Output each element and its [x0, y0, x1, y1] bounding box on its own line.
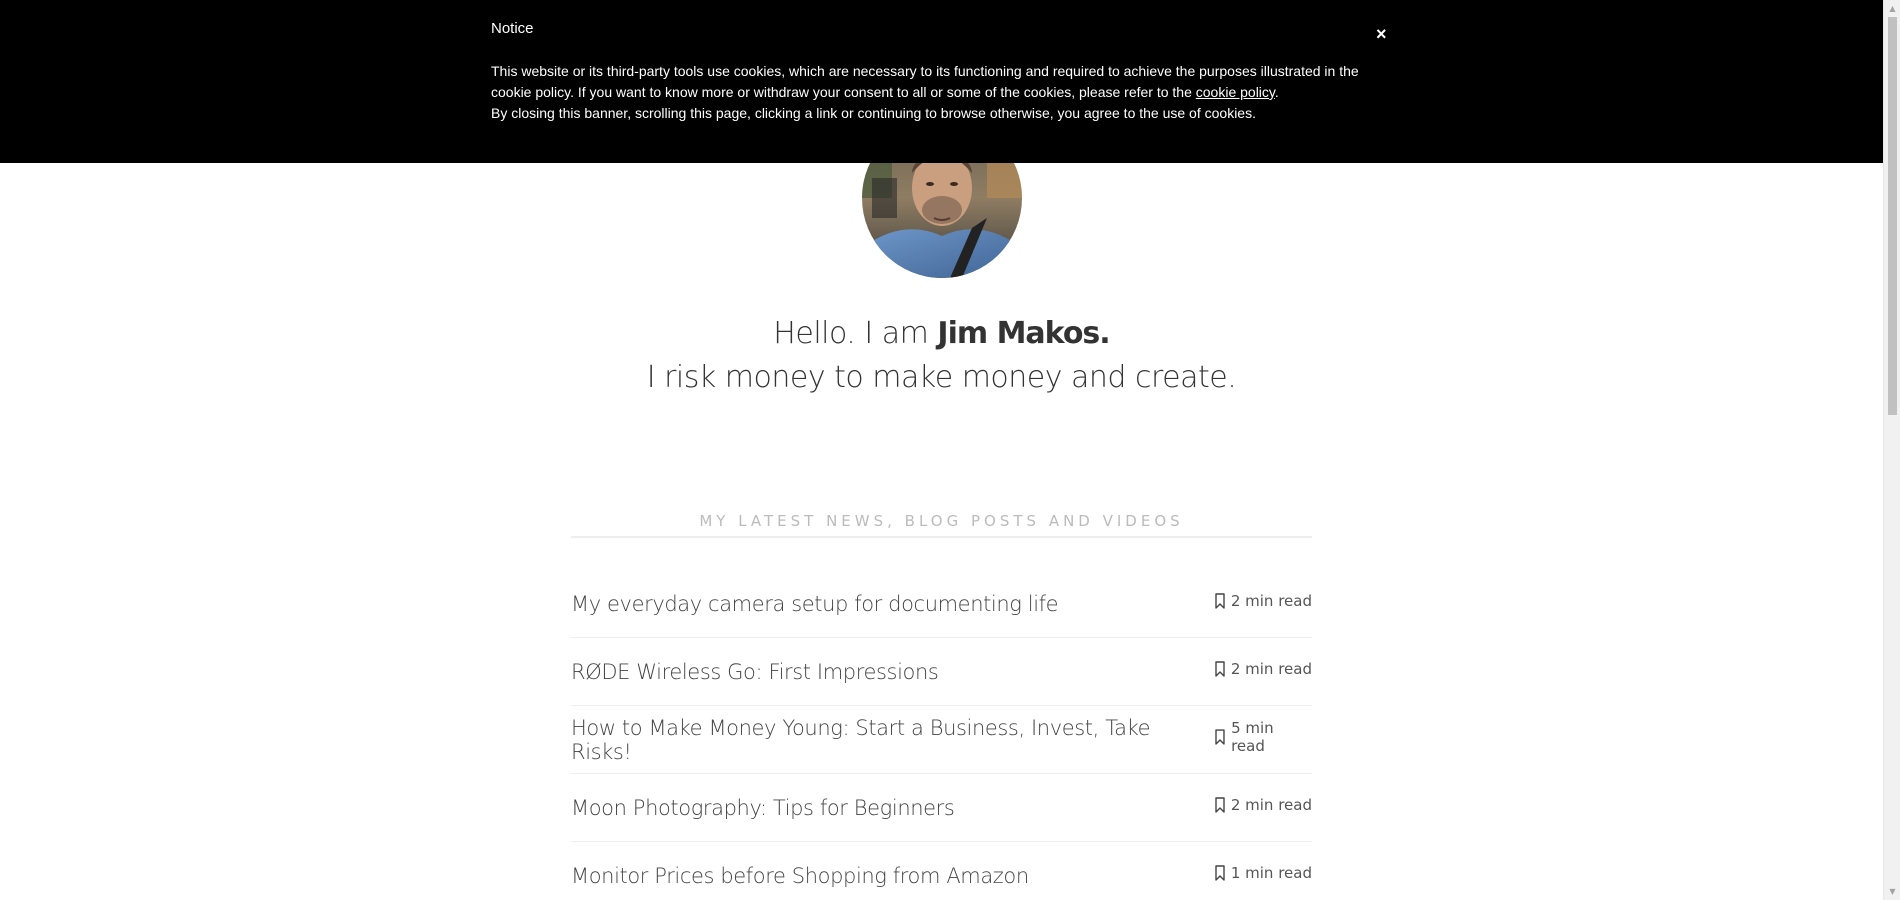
post-title-link[interactable]: RØDE Wireless Go: First Impressions — [571, 660, 939, 684]
post-title-link[interactable]: Monitor Prices before Shopping from Amaz… — [571, 864, 1029, 888]
bookmark-icon — [1215, 864, 1225, 881]
cookie-text-line2: By closing this banner, scrolling this p… — [491, 105, 1256, 121]
post-read-time: 1 min read — [1215, 864, 1312, 882]
cookie-banner-title: Notice — [491, 20, 534, 37]
list-item[interactable]: My everyday camera setup for documenting… — [571, 570, 1312, 638]
list-item[interactable]: RØDE Wireless Go: First Impressions 2 min… — [571, 638, 1312, 706]
list-item[interactable]: Monitor Prices before Shopping from Amaz… — [571, 842, 1312, 900]
post-title-link[interactable]: My everyday camera setup for documenting… — [571, 592, 1059, 616]
hero-greeting: Hello. I am — [773, 316, 938, 351]
cookie-banner: Notice This website or its third-party t… — [0, 0, 1883, 163]
bookmark-icon — [1215, 660, 1225, 677]
scrollbar-thumb[interactable] — [1888, 17, 1897, 415]
read-time-label: 2 min read — [1230, 659, 1312, 678]
scroll-down-icon[interactable]: ▼ — [1884, 883, 1900, 900]
post-read-time: 5 min read — [1215, 719, 1312, 755]
cookie-banner-text: This website or its third-party tools us… — [491, 61, 1391, 124]
read-time-label: 2 min read — [1230, 795, 1312, 814]
list-item[interactable]: Moon Photography: Tips for Beginners 2 mi… — [571, 774, 1312, 842]
hero-greeting-line: Hello. I am Jim Makos. — [0, 312, 1883, 356]
scrollbar[interactable]: ▲ ▼ — [1883, 0, 1900, 900]
hero-name: Jim Makos. — [937, 316, 1110, 351]
post-read-time: 2 min read — [1215, 660, 1312, 678]
cookie-banner-content: Notice This website or its third-party t… — [491, 20, 1391, 124]
post-title-link[interactable]: Moon Photography: Tips for Beginners — [571, 796, 955, 820]
post-read-time: 2 min read — [1215, 592, 1312, 610]
hero-tagline: I risk money to make money and create. — [646, 360, 1237, 395]
bookmark-icon — [1215, 592, 1225, 609]
scroll-up-icon[interactable]: ▲ — [1884, 0, 1900, 17]
read-time-label: 2 min read — [1230, 591, 1312, 610]
read-time-label: 1 min read — [1230, 863, 1312, 882]
cookie-text-part2: . — [1274, 84, 1279, 100]
post-title-link[interactable]: How to Make Money Young: Start a Busines… — [571, 716, 1215, 764]
latest-posts-section: MY LATEST NEWS, BLOG POSTS AND VIDEOS My… — [571, 512, 1312, 900]
bookmark-icon — [1215, 796, 1225, 813]
list-item[interactable]: How to Make Money Young: Start a Busines… — [571, 706, 1312, 774]
hero: Hello. I am Jim Makos. I risk money to m… — [0, 312, 1883, 400]
post-read-time: 2 min read — [1215, 796, 1312, 814]
close-icon[interactable]: × — [1376, 24, 1387, 45]
bookmark-icon — [1215, 728, 1225, 745]
post-list: My everyday camera setup for documenting… — [571, 570, 1312, 900]
section-title: MY LATEST NEWS, BLOG POSTS AND VIDEOS — [571, 512, 1312, 538]
cookie-policy-link[interactable]: cookie policy — [1196, 84, 1275, 100]
read-time-label: 5 min read — [1231, 718, 1274, 755]
